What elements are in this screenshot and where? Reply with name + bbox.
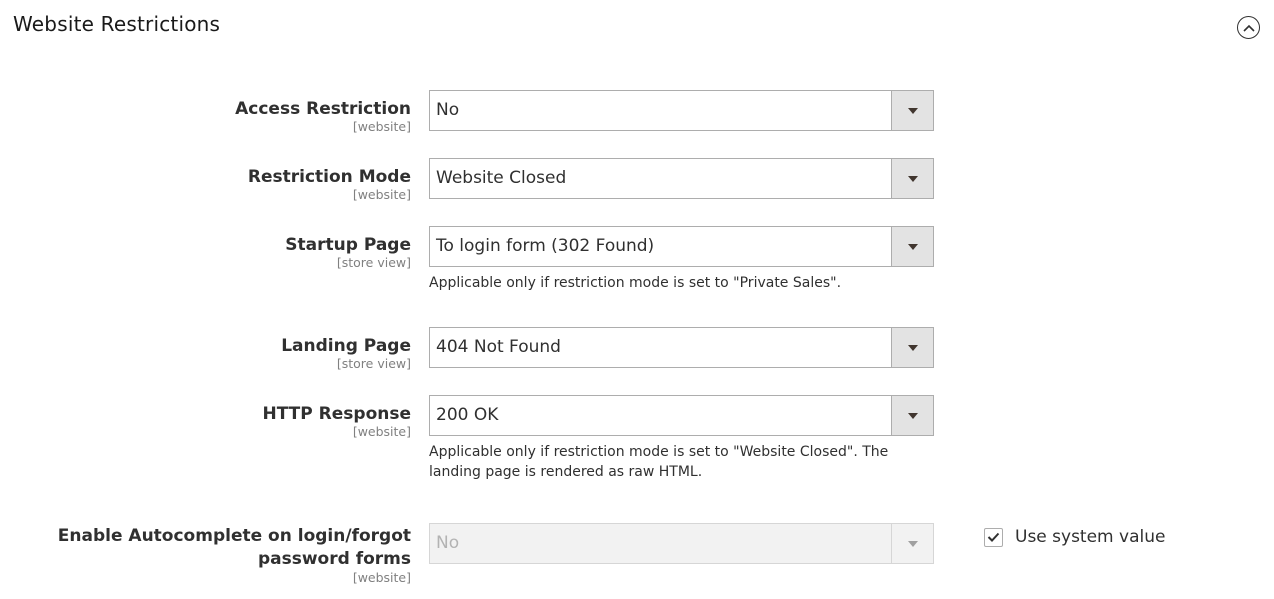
field-scope: [website] (352, 187, 411, 202)
select-value: 200 OK (436, 405, 499, 425)
field-label: Restriction Mode (247, 167, 411, 187)
select-value: 404 Not Found (436, 337, 561, 357)
enable-autocomplete-select[interactable]: No (429, 523, 934, 564)
dropdown-toggle[interactable] (891, 328, 933, 367)
dropdown-toggle[interactable] (891, 91, 933, 130)
select-value: No (436, 533, 460, 553)
caret-down-icon (907, 344, 918, 351)
field-scope: [website] (352, 570, 411, 585)
dropdown-toggle (891, 524, 933, 563)
caret-down-icon (907, 540, 918, 547)
field-scope: [website] (352, 119, 411, 134)
caret-down-icon (907, 175, 918, 182)
caret-down-icon (907, 412, 918, 419)
restriction-mode-select[interactable]: Website Closed (429, 158, 934, 199)
field-scope: [website] (352, 424, 411, 439)
dropdown-toggle[interactable] (891, 396, 933, 435)
collapse-section-button[interactable] (1237, 16, 1260, 39)
dropdown-toggle[interactable] (891, 227, 933, 266)
select-value: To login form (302 Found) (436, 236, 655, 256)
http-response-select[interactable]: 200 OK (429, 395, 934, 436)
field-label: Landing Page (281, 336, 411, 356)
caret-down-icon (907, 243, 918, 250)
access-restriction-select[interactable]: No (429, 90, 934, 131)
field-scope: [store view] (336, 255, 411, 270)
field-note: Applicable only if restriction mode is s… (429, 444, 889, 480)
select-value: Website Closed (436, 168, 567, 188)
checkbox-label: Use system value (1015, 527, 1166, 547)
field-label: Startup Page (285, 235, 411, 255)
field-label: HTTP Response (262, 404, 411, 424)
landing-page-select[interactable]: 404 Not Found (429, 327, 934, 368)
field-label: Enable Autocomplete on login/forgot pass… (57, 526, 411, 569)
dropdown-toggle[interactable] (891, 159, 933, 198)
field-label: Access Restriction (235, 99, 411, 119)
startup-page-select[interactable]: To login form (302 Found) (429, 226, 934, 267)
checkmark-icon (987, 532, 1000, 542)
checkbox-box[interactable] (984, 527, 1003, 547)
caret-down-icon (907, 107, 918, 114)
select-value: No (436, 100, 460, 120)
field-scope: [store view] (336, 356, 411, 371)
use-system-value-checkbox[interactable]: Use system value (984, 527, 1165, 547)
chevron-up-icon (1242, 24, 1255, 32)
field-note: Applicable only if restriction mode is s… (429, 275, 842, 291)
section-title: Website Restrictions (13, 12, 221, 36)
